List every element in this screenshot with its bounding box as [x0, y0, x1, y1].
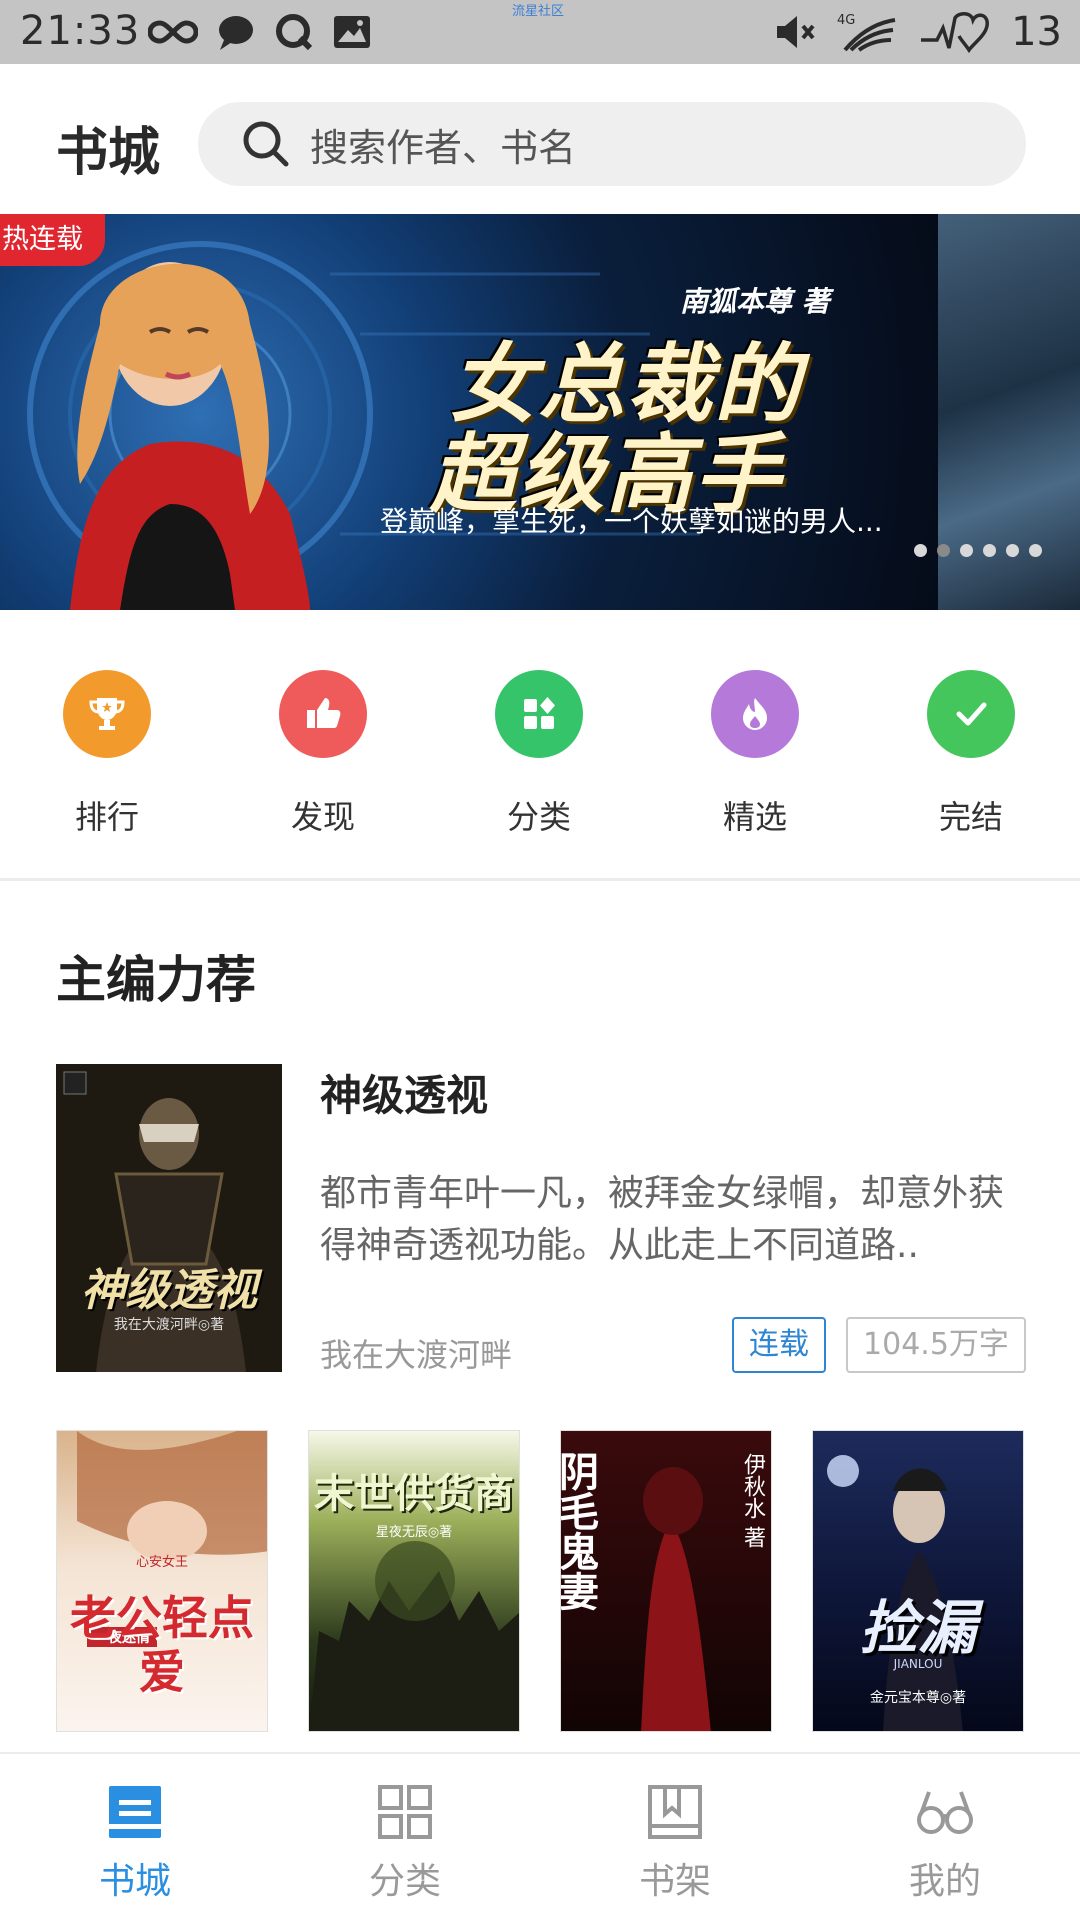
q-icon [276, 14, 313, 51]
banner-carousel[interactable]: 热连载 南狐本尊 著 女总裁的 超级高手 登巅峰，掌生死，一个妖孽如谜的男人..… [0, 214, 1080, 610]
system-icons: 4G 13 [773, 6, 1062, 58]
serial-status-badge: 连载 [732, 1317, 826, 1373]
chat-bubble-icon [219, 16, 253, 50]
carousel-dot [1006, 544, 1019, 557]
flame-icon [711, 670, 799, 758]
book-cover-1[interactable]: 心安女王 一夜迷情 老公轻点爱 [56, 1430, 268, 1732]
category-label: 分类 [506, 798, 571, 836]
category-grid[interactable]: 分类 [464, 670, 614, 838]
signal-wifi-icon: 4G [837, 13, 896, 52]
book-cover-2[interactable]: 末世供货商 星夜无辰◎著 [308, 1430, 520, 1732]
cover-3-title: 阴毛鬼妻 [560, 1451, 598, 1611]
featured-book-cover[interactable]: 神级透视 我在大渡河畔◎著 [56, 1064, 282, 1372]
category-label: 精选 [722, 798, 787, 836]
featured-book-author: 我在大渡河畔 [320, 1336, 513, 1374]
cover-4-subtitle: JIANLOU [893, 1657, 943, 1671]
featured-cover-author: 我在大渡河畔◎著 [113, 1317, 225, 1333]
category-thumbs-up[interactable]: 发现 [248, 670, 398, 838]
featured-book-title[interactable]: 神级透视 [320, 1062, 488, 1123]
watermark-text: 流星社区 [512, 4, 565, 19]
book-cover-3[interactable]: 阴毛鬼妻 伊秋水 著 [560, 1430, 772, 1732]
category-check[interactable]: 完结 [896, 670, 1046, 838]
mute-icon [777, 16, 815, 48]
carousel-dot [914, 544, 927, 557]
heart-pulse-icon [921, 12, 989, 54]
cover-1-title: 老公轻点爱 [70, 1591, 254, 1699]
nav-bookshelf[interactable]: 书架 [540, 1754, 810, 1920]
search-icon [243, 121, 289, 167]
carousel-dot [983, 544, 996, 557]
bookstore-icon [109, 1786, 161, 1838]
status-bar: 21:33 流星社区 4G 13 [0, 0, 1080, 64]
glasses-icon [917, 1791, 973, 1834]
nav-bookshelf-label: 书架 [638, 1861, 711, 1902]
page-title: 书城 [56, 123, 161, 183]
search-input[interactable]: 搜索作者、书名 [198, 102, 1026, 186]
word-count-badge: 104.5万字 [846, 1317, 1026, 1373]
section-divider [0, 878, 1080, 881]
cover-1-author: 心安女王 [135, 1555, 188, 1570]
nav-category[interactable]: 分类 [270, 1754, 540, 1920]
nav-category-label: 分类 [368, 1861, 441, 1902]
cover-4-title: 捡漏 [859, 1594, 976, 1662]
trophy-icon [63, 670, 151, 758]
nav-mine-label: 我的 [908, 1861, 981, 1902]
category-label: 发现 [290, 798, 355, 836]
carousel-dot [960, 544, 973, 557]
banner-subtitle: 登巅峰，掌生死，一个妖孽如谜的男人... [380, 505, 883, 538]
status-time: 21:33 [20, 8, 141, 54]
battery-level: 13 [1011, 9, 1062, 55]
header: 书城 搜索作者、书名 [0, 64, 1080, 214]
featured-book-description: 都市青年叶一凡，被拜金女绿帽，却意外获得神奇透视功能。从此走上不同道路.. [320, 1173, 1005, 1266]
notification-icons [148, 10, 372, 54]
thumbs-up-icon [279, 670, 367, 758]
cover-4-author: 金元宝本尊◎著 [869, 1690, 967, 1706]
grid-icon [495, 670, 583, 758]
image-notification-icon [334, 16, 370, 48]
infinity-icon [148, 20, 198, 44]
svg-text:4G: 4G [837, 13, 855, 28]
nav-bookstore[interactable]: 书城 [0, 1754, 270, 1920]
featured-cover-title: 神级透视 [81, 1265, 257, 1316]
book-cover-row: 心安女王 一夜迷情 老公轻点爱 末世供货商 星夜无辰◎著 阴毛鬼妻 伊秋水 著 … [56, 1430, 1026, 1732]
carousel-indicator [914, 544, 1042, 557]
search-placeholder: 搜索作者、书名 [310, 125, 577, 170]
nav-mine[interactable]: 我的 [810, 1754, 1080, 1920]
section-title: 主编力荐 [56, 951, 256, 1009]
check-icon [927, 670, 1015, 758]
cover-2-title: 末世供货商 [314, 1471, 514, 1517]
bookshelf-icon [648, 1785, 702, 1839]
category-label: 排行 [74, 798, 139, 836]
category-flame[interactable]: 精选 [680, 670, 830, 838]
carousel-dot [1029, 544, 1042, 557]
category-trophy[interactable]: 排行 [32, 670, 182, 838]
cover-2-author: 星夜无辰◎著 [375, 1525, 453, 1540]
category-shortcuts: 排行 发现 分类 精选 完结 [0, 670, 1080, 836]
cover-3-author: 伊秋水 著 [740, 1453, 765, 1548]
category-grid-icon [378, 1785, 432, 1839]
carousel-dot [937, 544, 950, 557]
book-cover-4[interactable]: 捡漏 JIANLOU 金元宝本尊◎著 [812, 1430, 1024, 1732]
category-label: 完结 [938, 798, 1003, 836]
hot-serial-tag: 热连载 [0, 214, 105, 266]
banner-slide[interactable]: 热连载 南狐本尊 著 女总裁的 超级高手 登巅峰，掌生死，一个妖孽如谜的男人..… [0, 214, 938, 610]
nav-bookstore-label: 书城 [98, 1861, 171, 1902]
bottom-navigation: 书城 分类 书架 我的 [0, 1752, 1080, 1920]
